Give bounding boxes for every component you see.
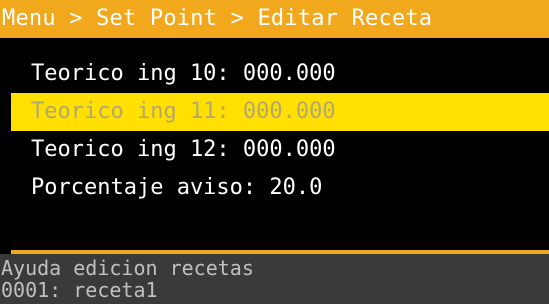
menu-item-porcentaje-aviso[interactable]: Porcentaje aviso: 20.0	[11, 169, 549, 207]
breadcrumb: Menu > Set Point > Editar Receta	[0, 0, 549, 38]
help-panel: Ayuda edicion recetas 0001: receta1	[0, 254, 549, 304]
help-recipe: 0001: receta1	[1, 278, 158, 302]
breadcrumb-text: Menu > Set Point > Editar Receta	[2, 6, 433, 31]
hmi-screen: Menu > Set Point > Editar Receta Teorico…	[0, 0, 549, 304]
recipe-parameter-list: Teorico ing 10: 000.000 Teorico ing 11: …	[11, 55, 549, 207]
help-title: Ayuda edicion recetas	[1, 256, 254, 280]
menu-item-teorico-ing-10[interactable]: Teorico ing 10: 000.000	[11, 55, 549, 93]
menu-item-teorico-ing-12[interactable]: Teorico ing 12: 000.000	[11, 131, 549, 169]
menu-item-teorico-ing-11[interactable]: Teorico ing 11: 000.000	[11, 93, 549, 131]
